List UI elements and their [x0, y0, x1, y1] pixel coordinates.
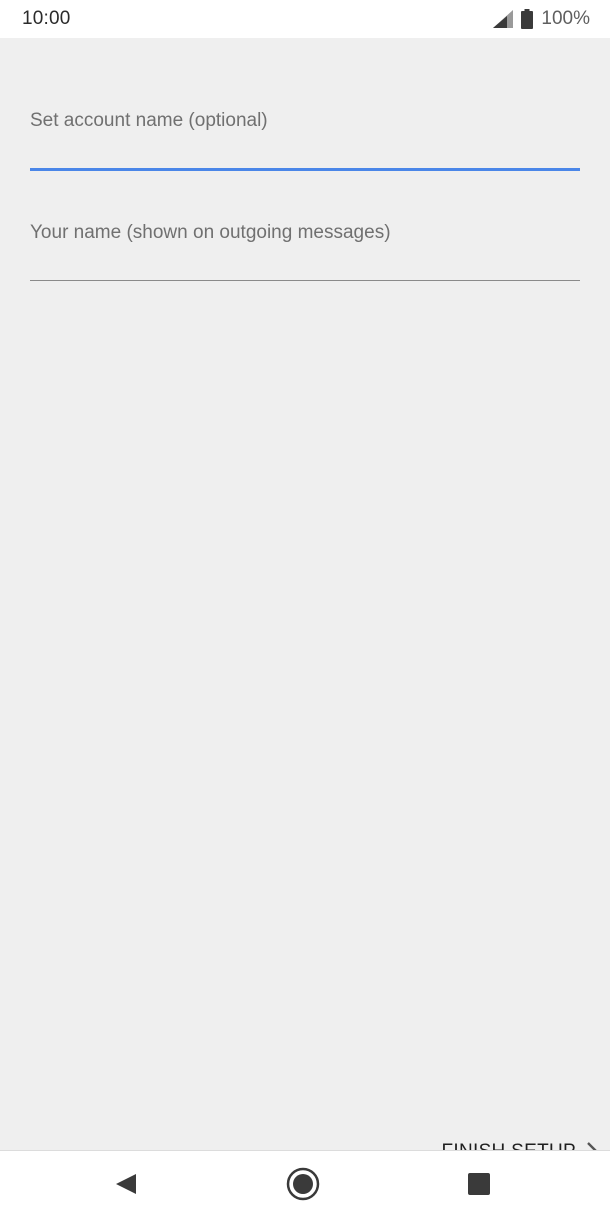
home-icon: [286, 1167, 320, 1206]
battery-icon: [521, 9, 534, 29]
signal-icon: [493, 10, 514, 28]
recents-icon: [467, 1172, 491, 1201]
account-name-input[interactable]: [30, 132, 580, 171]
home-button[interactable]: [285, 1167, 321, 1206]
status-bar: 10:00 100%: [0, 0, 610, 38]
status-icons: 100%: [493, 8, 590, 30]
back-icon: [114, 1172, 138, 1201]
your-name-label: Your name (shown on outgoing messages): [30, 222, 391, 243]
status-time: 10:00: [22, 8, 71, 29]
your-name-input[interactable]: [30, 244, 580, 281]
navigation-bar: [0, 1150, 610, 1221]
account-setup-form: Set account name (optional) Your name (s…: [0, 38, 610, 1162]
account-name-field: Set account name (optional): [30, 110, 580, 171]
your-name-field: Your name (shown on outgoing messages): [30, 222, 580, 281]
account-name-label: Set account name (optional): [30, 110, 268, 131]
recents-button[interactable]: [461, 1168, 497, 1204]
battery-percent: 100%: [541, 8, 590, 29]
back-button[interactable]: [108, 1168, 144, 1204]
